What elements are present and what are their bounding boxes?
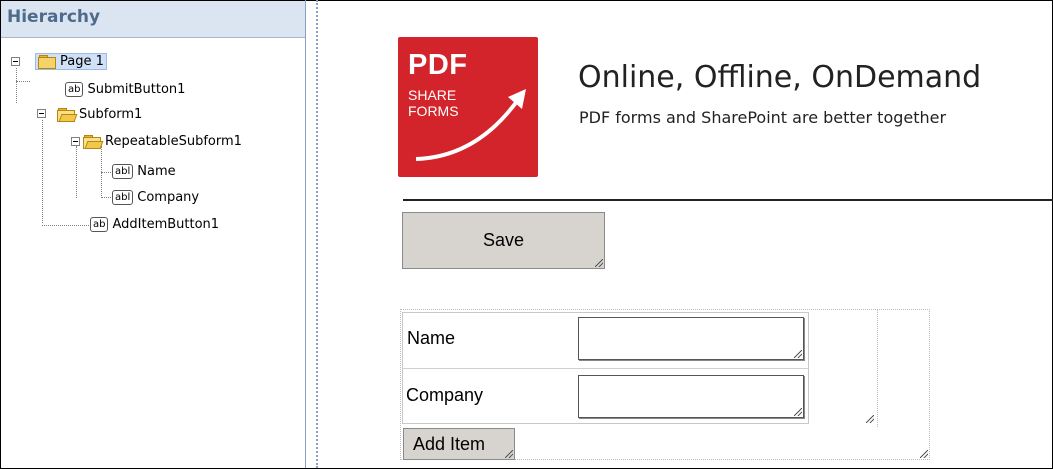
- resize-grip-icon[interactable]: [866, 415, 874, 423]
- collapse-toggle[interactable]: [11, 57, 20, 66]
- save-button-label: Save: [482, 230, 525, 250]
- hierarchy-panel: Hierarchy Page 1 ab SubmitButton1 Subfor…: [1, 1, 305, 467]
- add-item-button-label: Add Item: [413, 434, 486, 454]
- divider-line: [403, 199, 1053, 201]
- tree-node-subform1[interactable]: Subform1: [57, 104, 142, 124]
- row-divider: [402, 368, 809, 369]
- resize-grip-icon[interactable]: [595, 259, 603, 267]
- hierarchy-title: Hierarchy: [7, 7, 101, 27]
- open-folder-icon: [83, 134, 104, 149]
- text-field-icon: abl: [112, 189, 134, 205]
- name-label: Name: [407, 328, 456, 348]
- button-field-icon: ab: [65, 81, 84, 97]
- resize-grip-icon[interactable]: [794, 408, 802, 416]
- hierarchy-header: Hierarchy: [1, 1, 305, 38]
- canvas-guide-line: [316, 0, 318, 468]
- subform-guide-line: [877, 309, 878, 427]
- tree-node-repeatablesubform1[interactable]: RepeatableSubform1: [83, 131, 242, 151]
- tree-line: [76, 146, 77, 198]
- resize-grip-icon[interactable]: [920, 450, 928, 458]
- tree-node-company[interactable]: abl Company: [112, 187, 199, 207]
- form-heading: Online, Offline, OnDemand: [578, 60, 982, 95]
- tree-line: [101, 172, 111, 173]
- tree-line: [101, 197, 111, 198]
- collapse-toggle[interactable]: [37, 109, 46, 118]
- folder-icon: [38, 54, 56, 69]
- text-field-icon: abl: [112, 163, 134, 179]
- tree-node-label: AddItemButton1: [112, 216, 220, 232]
- tree-line: [42, 225, 89, 226]
- tree-node-page1[interactable]: Page 1: [35, 51, 107, 71]
- tree-node-label: SubmitButton1: [87, 81, 186, 97]
- save-button[interactable]: Save: [402, 212, 605, 269]
- add-item-button[interactable]: Add Item: [403, 428, 515, 460]
- tree-node-additembutton1[interactable]: ab AddItemButton1: [90, 214, 219, 234]
- tree-node-name[interactable]: abl Name: [112, 161, 176, 181]
- tree-node-submitbutton1[interactable]: ab SubmitButton1: [65, 79, 185, 99]
- tree-node-label: Subform1: [79, 106, 143, 122]
- tree-line: [16, 68, 17, 103]
- tree-node-label: Company: [137, 189, 200, 205]
- tree-node-label: Page 1: [60, 53, 104, 69]
- pdf-share-forms-logo: PDF SHARE FORMS: [398, 37, 538, 177]
- tree-node-label: RepeatableSubform1: [105, 133, 242, 149]
- open-folder-icon: [57, 107, 78, 122]
- panel-border: [305, 0, 306, 468]
- button-field-icon: ab: [90, 216, 109, 232]
- collapse-toggle[interactable]: [71, 137, 80, 146]
- tree-line: [16, 81, 30, 82]
- tree-line: [42, 120, 43, 223]
- name-input[interactable]: [578, 317, 804, 360]
- hierarchy-tree: Page 1 ab SubmitButton1 Subform1 Repeata…: [1, 41, 305, 341]
- company-label: Company: [406, 385, 484, 405]
- tree-node-label: Name: [137, 163, 176, 179]
- arrow-icon: [415, 89, 526, 161]
- resize-grip-icon[interactable]: [505, 450, 513, 458]
- form-subheading: PDF forms and SharePoint are better toge…: [579, 108, 947, 127]
- company-input[interactable]: [578, 375, 804, 418]
- resize-grip-icon[interactable]: [794, 350, 802, 358]
